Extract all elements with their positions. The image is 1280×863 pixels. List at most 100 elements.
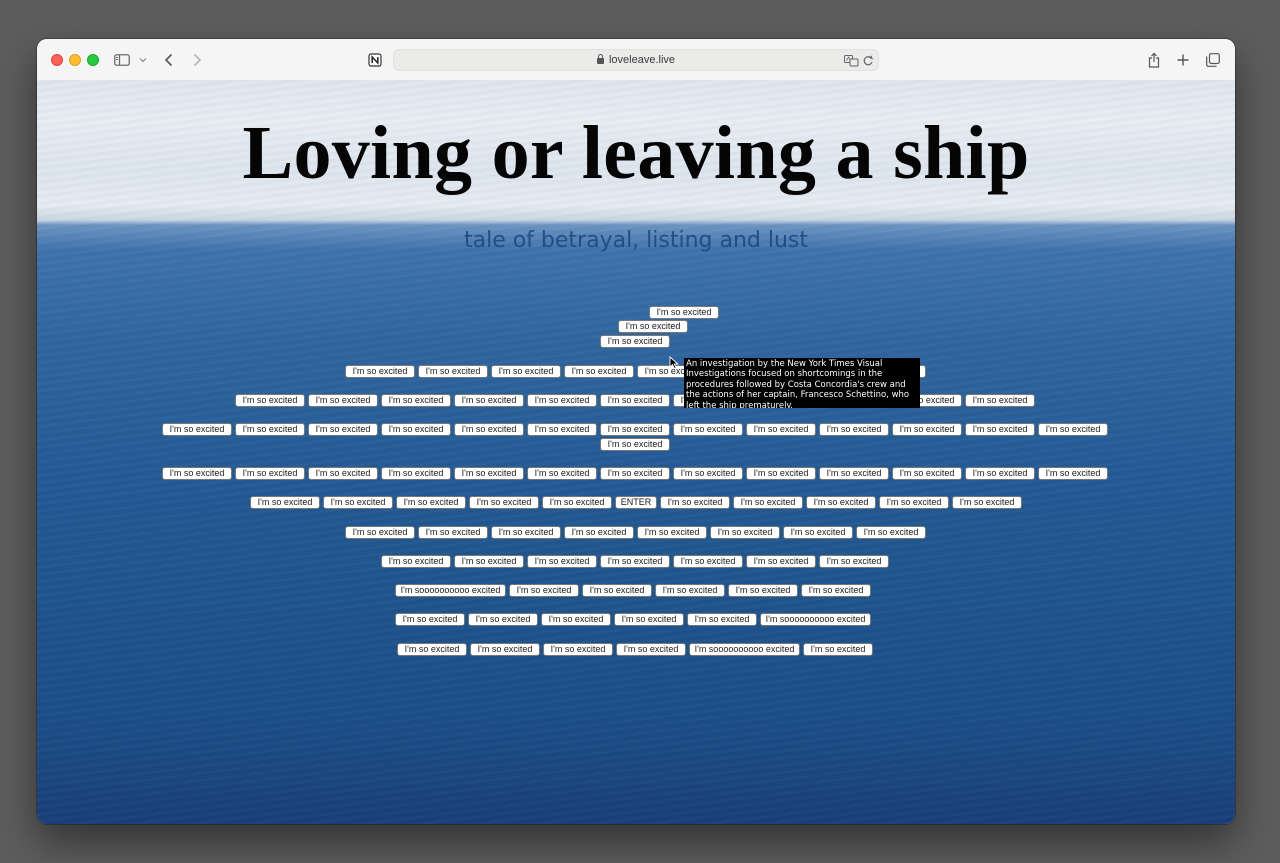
- excited-button[interactable]: I'm so excited: [1038, 423, 1108, 436]
- excited-button[interactable]: I'm so excited: [235, 423, 305, 436]
- excited-button[interactable]: I'm so excited: [381, 555, 451, 568]
- excited-button[interactable]: I'm so excited: [527, 394, 597, 407]
- reload-icon[interactable]: [862, 54, 874, 72]
- new-tab-plus-icon[interactable]: [1175, 50, 1191, 70]
- excited-button[interactable]: I'm so excited: [892, 423, 962, 436]
- chevron-down-icon[interactable]: [137, 50, 149, 70]
- excited-button[interactable]: I'm so excited: [454, 555, 524, 568]
- excited-button[interactable]: I'm so excited: [396, 496, 466, 509]
- excited-button[interactable]: I'm soooooooooo excited: [395, 584, 506, 597]
- excited-button[interactable]: I'm so excited: [819, 423, 889, 436]
- excited-button[interactable]: I'm so excited: [454, 394, 524, 407]
- excited-button[interactable]: I'm so excited: [803, 643, 873, 656]
- tab-overview-icon[interactable]: [1205, 50, 1221, 70]
- excited-button[interactable]: I'm so excited: [542, 496, 612, 509]
- excited-button[interactable]: I'm soooooooooo excited: [689, 643, 800, 656]
- excited-button[interactable]: I'm so excited: [454, 423, 524, 436]
- excited-button[interactable]: I'm so excited: [527, 555, 597, 568]
- excited-button[interactable]: I'm so excited: [673, 467, 743, 480]
- excited-button[interactable]: I'm so excited: [892, 467, 962, 480]
- excited-button[interactable]: I'm so excited: [418, 365, 488, 378]
- excited-button[interactable]: I'm so excited: [527, 467, 597, 480]
- excited-button[interactable]: I'm so excited: [491, 526, 561, 539]
- excited-button[interactable]: I'm so excited: [381, 467, 451, 480]
- notion-favicon-icon[interactable]: [366, 50, 384, 70]
- excited-button[interactable]: I'm so excited: [381, 423, 451, 436]
- excited-button[interactable]: I'm so excited: [616, 643, 686, 656]
- excited-button[interactable]: I'm so excited: [649, 306, 719, 319]
- excited-button[interactable]: I'm so excited: [600, 438, 670, 451]
- excited-button[interactable]: I'm so excited: [1038, 467, 1108, 480]
- enter-button[interactable]: ENTER: [615, 496, 657, 509]
- excited-button[interactable]: I'm so excited: [952, 496, 1022, 509]
- excited-button[interactable]: I'm so excited: [673, 423, 743, 436]
- close-window-button[interactable]: [51, 54, 63, 66]
- excited-button[interactable]: I'm so excited: [637, 526, 707, 539]
- excited-button[interactable]: I'm so excited: [728, 584, 798, 597]
- excited-button[interactable]: I'm so excited: [687, 613, 757, 626]
- excited-button[interactable]: I'm so excited: [250, 496, 320, 509]
- excited-button[interactable]: I'm so excited: [491, 365, 561, 378]
- excited-button[interactable]: I'm so excited: [600, 394, 670, 407]
- excited-button[interactable]: I'm so excited: [308, 423, 378, 436]
- excited-button[interactable]: I'm so excited: [381, 394, 451, 407]
- excited-button[interactable]: I'm so excited: [235, 467, 305, 480]
- excited-button[interactable]: I'm so excited: [564, 365, 634, 378]
- back-arrow-icon[interactable]: [161, 50, 177, 70]
- excited-button[interactable]: I'm so excited: [746, 467, 816, 480]
- excited-button[interactable]: I'm so excited: [541, 613, 611, 626]
- excited-button[interactable]: I'm so excited: [600, 555, 670, 568]
- excited-button[interactable]: I'm soooooooooo excited: [760, 613, 871, 626]
- excited-button[interactable]: I'm so excited: [801, 584, 871, 597]
- excited-button[interactable]: I'm so excited: [710, 526, 780, 539]
- excited-button[interactable]: I'm so excited: [600, 467, 670, 480]
- excited-button[interactable]: I'm so excited: [454, 467, 524, 480]
- excited-button[interactable]: I'm so excited: [965, 394, 1035, 407]
- address-bar[interactable]: loveleave.live: [393, 49, 879, 71]
- excited-button[interactable]: I'm so excited: [543, 643, 613, 656]
- excited-button[interactable]: I'm so excited: [783, 526, 853, 539]
- excited-button[interactable]: I'm so excited: [397, 643, 467, 656]
- excited-button[interactable]: I'm so excited: [564, 526, 634, 539]
- excited-button[interactable]: I'm so excited: [468, 613, 538, 626]
- excited-button[interactable]: I'm so excited: [345, 365, 415, 378]
- excited-button[interactable]: I'm so excited: [395, 613, 465, 626]
- excited-button[interactable]: I'm so excited: [660, 496, 730, 509]
- forward-arrow-icon[interactable]: [189, 50, 205, 70]
- excited-button[interactable]: I'm so excited: [614, 613, 684, 626]
- excited-button[interactable]: I'm so excited: [345, 526, 415, 539]
- excited-button[interactable]: I'm so excited: [323, 496, 393, 509]
- sidebar-toggle-icon[interactable]: [113, 50, 131, 70]
- excited-button[interactable]: I'm so excited: [655, 584, 725, 597]
- zoom-window-button[interactable]: [87, 54, 99, 66]
- excited-button[interactable]: I'm so excited: [418, 526, 488, 539]
- excited-button[interactable]: I'm so excited: [582, 584, 652, 597]
- share-icon[interactable]: [1146, 50, 1162, 70]
- excited-button[interactable]: I'm so excited: [879, 496, 949, 509]
- excited-button[interactable]: I'm so excited: [746, 555, 816, 568]
- excited-button[interactable]: I'm so excited: [673, 555, 743, 568]
- excited-button[interactable]: I'm so excited: [600, 423, 670, 436]
- excited-button[interactable]: I'm so excited: [746, 423, 816, 436]
- minimize-window-button[interactable]: [69, 54, 81, 66]
- excited-button[interactable]: I'm so excited: [527, 423, 597, 436]
- excited-button[interactable]: I'm so excited: [469, 496, 539, 509]
- excited-button[interactable]: I'm so excited: [806, 496, 876, 509]
- page-subtitle: tale of betrayal, listing and lust: [463, 228, 809, 253]
- excited-button[interactable]: I'm so excited: [308, 394, 378, 407]
- excited-button[interactable]: I'm so excited: [856, 526, 926, 539]
- excited-button[interactable]: I'm so excited: [819, 467, 889, 480]
- excited-button[interactable]: I'm so excited: [618, 320, 688, 333]
- excited-button[interactable]: I'm so excited: [162, 423, 232, 436]
- excited-button[interactable]: I'm so excited: [235, 394, 305, 407]
- excited-button[interactable]: I'm so excited: [965, 423, 1035, 436]
- excited-button[interactable]: I'm so excited: [509, 584, 579, 597]
- excited-button[interactable]: I'm so excited: [965, 467, 1035, 480]
- excited-button[interactable]: I'm so excited: [819, 555, 889, 568]
- excited-button[interactable]: I'm so excited: [600, 335, 670, 348]
- excited-button[interactable]: I'm so excited: [470, 643, 540, 656]
- translate-icon[interactable]: [844, 54, 859, 72]
- excited-button[interactable]: I'm so excited: [162, 467, 232, 480]
- excited-button[interactable]: I'm so excited: [308, 467, 378, 480]
- excited-button[interactable]: I'm so excited: [733, 496, 803, 509]
